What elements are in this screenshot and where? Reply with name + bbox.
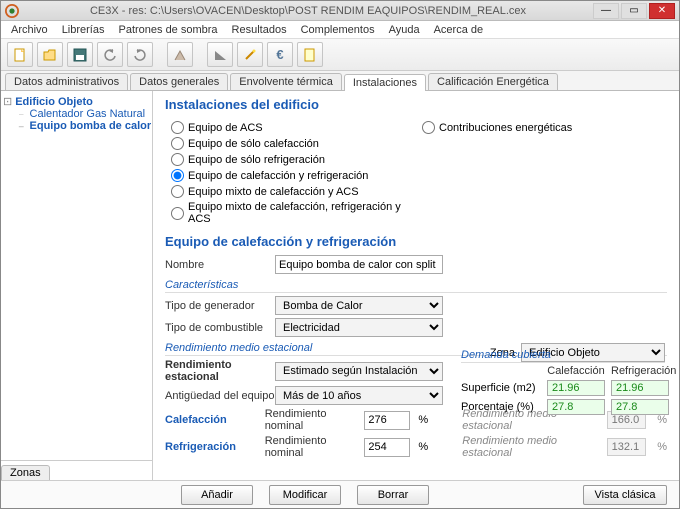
menu-resultados[interactable]: Resultados	[226, 23, 293, 37]
footer: Añadir Modificar Borrar Vista clásica	[1, 480, 679, 508]
label-rn-cal: Rendimiento nominal	[265, 408, 361, 432]
label-rn-ref: Rendimiento nominal	[265, 435, 361, 459]
toolbar-doc-icon[interactable]	[297, 42, 323, 67]
radio-mixto-todo[interactable]: Equipo mixto de calefacción, refrigeraci…	[171, 201, 416, 225]
section-title-instalaciones: Instalaciones del edificio	[165, 97, 667, 112]
tree-root[interactable]: Edificio Objeto	[3, 95, 150, 108]
titlebar: CE3X - res: C:\Users\OVACEN\Desktop\POST…	[1, 1, 679, 21]
tab-bar: Datos administrativos Datos generales En…	[1, 71, 679, 91]
toolbar-tool1-icon[interactable]	[167, 42, 193, 67]
maximize-button[interactable]: ▭	[621, 3, 647, 19]
toolbar: €	[1, 39, 679, 71]
add-button[interactable]: Añadir	[181, 485, 253, 505]
tab-calificacion[interactable]: Calificación Energética	[428, 73, 558, 90]
delete-button[interactable]: Borrar	[357, 485, 429, 505]
toolbar-open-icon[interactable]	[37, 42, 63, 67]
select-tipo-gen[interactable]: Bomba de Calor	[275, 296, 443, 315]
input-nombre[interactable]	[275, 255, 443, 274]
menu-librerias[interactable]: Librerías	[56, 23, 111, 37]
demanda-row-superficie: Superficie (m2)	[461, 382, 541, 394]
tab-datos-gen[interactable]: Datos generales	[130, 73, 228, 90]
label-nombre: Nombre	[165, 259, 275, 271]
tab-envolvente[interactable]: Envolvente térmica	[230, 73, 342, 90]
section-title-equipo: Equipo de calefacción y refrigeración	[165, 234, 667, 249]
demanda-pct-calef: 27.8	[547, 399, 605, 415]
toolbar-redo-icon[interactable]	[127, 42, 153, 67]
group-demanda: Demanda cubierta	[461, 349, 665, 363]
toolbar-euro-icon[interactable]: €	[267, 42, 293, 67]
select-rend-est[interactable]: Estimado según Instalación	[275, 362, 443, 381]
main-panel: Instalaciones del edificio Equipo de ACS…	[153, 91, 679, 480]
demanda-sup-calef: 21.96	[547, 380, 605, 396]
demanda-col-refrig: Refrigeración	[611, 365, 669, 377]
input-rn-ref[interactable]	[364, 438, 410, 457]
label-calefaccion: Calefacción	[165, 414, 227, 426]
tree[interactable]: Edificio Objeto Calentador Gas Natural E…	[1, 91, 152, 460]
app-icon	[5, 4, 19, 18]
radio-calef-refrig[interactable]: Equipo de calefacción y refrigeración	[171, 169, 416, 182]
sidebar: Edificio Objeto Calentador Gas Natural E…	[1, 91, 153, 480]
menu-acerca[interactable]: Acerca de	[428, 23, 490, 37]
value-rme-ref: 132.1	[607, 438, 647, 456]
radio-calef[interactable]: Equipo de sólo calefacción	[171, 137, 416, 150]
input-rn-cal[interactable]	[364, 411, 410, 430]
minimize-button[interactable]: —	[593, 3, 619, 19]
demanda-row-porcentaje: Porcentaje (%)	[461, 401, 541, 413]
menu-archivo[interactable]: Archivo	[5, 23, 54, 37]
label-tipo-comb: Tipo de combustible	[165, 322, 275, 334]
window-title: CE3X - res: C:\Users\OVACEN\Desktop\POST…	[25, 5, 591, 17]
select-tipo-comb[interactable]: Electricidad	[275, 318, 443, 337]
toolbar-undo-icon[interactable]	[97, 42, 123, 67]
toolbar-save-icon[interactable]	[67, 42, 93, 67]
radio-refrig[interactable]: Equipo de sólo refrigeración	[171, 153, 416, 166]
toolbar-new-icon[interactable]	[7, 42, 33, 67]
close-button[interactable]: ✕	[649, 3, 675, 19]
label-rme-ref: Rendimiento medio estacional	[462, 435, 590, 459]
demanda-sup-refrig: 21.96	[611, 380, 669, 396]
sidebar-tab-zonas[interactable]: Zonas	[1, 465, 50, 480]
toolbar-wand-icon[interactable]	[237, 42, 263, 67]
classic-view-button[interactable]: Vista clásica	[583, 485, 667, 505]
demanda-pct-refrig: 27.8	[611, 399, 669, 415]
modify-button[interactable]: Modificar	[269, 485, 341, 505]
tab-instalaciones[interactable]: Instalaciones	[344, 74, 426, 91]
radio-acs[interactable]: Equipo de ACS	[171, 121, 416, 134]
toolbar-tool2-icon[interactable]	[207, 42, 233, 67]
radio-contribuciones[interactable]: Contribuciones energéticas	[422, 121, 667, 134]
select-antiguedad[interactable]: Más de 10 años	[275, 386, 443, 405]
group-caracteristicas: Características	[165, 279, 667, 293]
label-refrigeracion: Refrigeración	[165, 441, 236, 453]
menu-complementos[interactable]: Complementos	[295, 23, 381, 37]
demanda-col-calef: Calefacción	[547, 365, 605, 377]
menubar: Archivo Librerías Patrones de sombra Res…	[1, 21, 679, 39]
label-antiguedad: Antigüedad del equipo	[165, 390, 275, 402]
menu-patrones[interactable]: Patrones de sombra	[112, 23, 223, 37]
radio-mixto-acs[interactable]: Equipo mixto de calefacción y ACS	[171, 185, 416, 198]
menu-ayuda[interactable]: Ayuda	[383, 23, 426, 37]
label-tipo-gen: Tipo de generador	[165, 300, 275, 312]
tree-item-equipo[interactable]: Equipo bomba de calor con spli	[3, 120, 150, 132]
tab-datos-admin[interactable]: Datos administrativos	[5, 73, 128, 90]
tree-item-calentador[interactable]: Calentador Gas Natural	[3, 108, 150, 120]
label-rend-est: Rendimiento estacional	[165, 359, 275, 383]
